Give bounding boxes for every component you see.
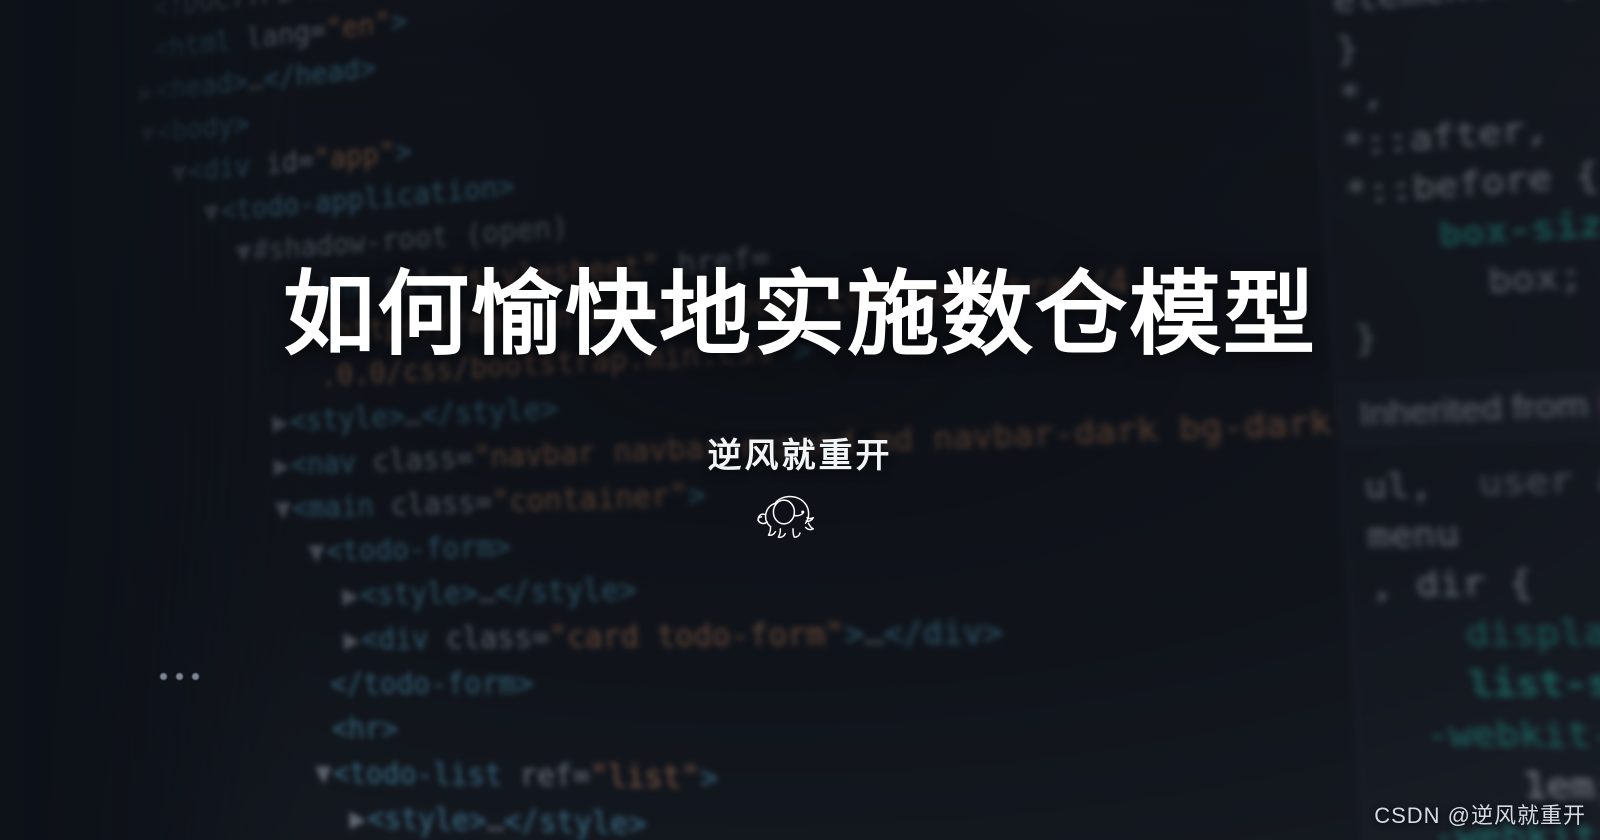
ellipsis-dots-icon: [160, 673, 199, 680]
author-subtitle: 逆风就重开: [707, 436, 893, 476]
page-title: 如何愉快地实施数仓模型: [282, 261, 1317, 368]
csdn-watermark: CSDN @逆风就重开: [1374, 803, 1586, 828]
cover-image: LD Elements Console Sources Application …: [0, 0, 1600, 840]
text-overlay: 如何愉快地实施数仓模型 逆风就重开 CSDN @逆风就重开: [0, 0, 1600, 840]
elephant-logo: [757, 495, 815, 539]
